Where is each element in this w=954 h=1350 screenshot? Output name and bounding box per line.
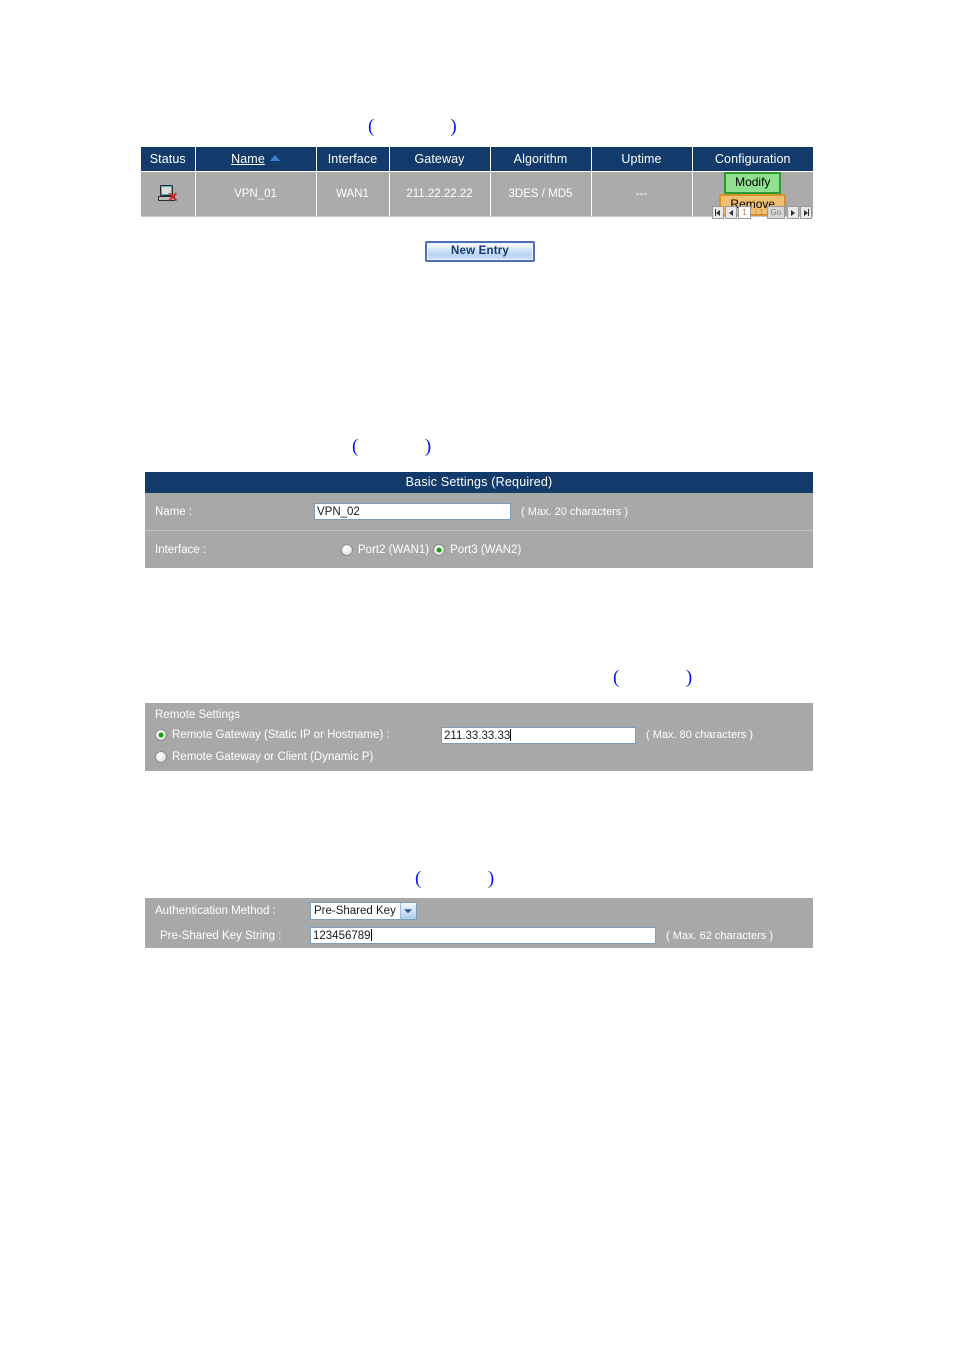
pre-shared-key-input[interactable]: 123456789 <box>310 927 656 944</box>
modify-button[interactable]: Modify <box>724 172 782 194</box>
authentication-panel: Authentication Method : Pre-Shared Key P… <box>145 898 813 948</box>
chevron-down-icon[interactable] <box>399 902 416 919</box>
name-input[interactable]: VPN_02 <box>314 503 511 520</box>
column-header-interface: Interface <box>316 147 390 172</box>
new-entry-button[interactable]: New Entry <box>425 241 535 262</box>
column-header-algorithm: Algorithm <box>490 147 592 172</box>
column-header-gateway: Gateway <box>389 147 491 172</box>
basic-settings-title: Basic Settings (Required) <box>145 472 813 493</box>
cell-algorithm: 3DES / MD5 <box>490 171 592 217</box>
remote-gateway-static-row: Remote Gateway (Static IP or Hostname) :… <box>145 724 813 746</box>
next-page-icon[interactable] <box>787 206 800 219</box>
pre-shared-key-label: Pre-Shared Key String : <box>160 929 282 942</box>
pre-shared-key-hint: ( Max. 62 characters ) <box>666 929 773 942</box>
name-row: Name : VPN_02 ( Max. 20 characters ) <box>145 493 813 531</box>
basic-settings-panel: Basic Settings (Required) Name : VPN_02 … <box>145 472 813 568</box>
name-label: Name : <box>155 505 193 518</box>
radio-remote-gateway-static[interactable] <box>155 729 167 741</box>
first-page-icon[interactable] <box>712 206 724 219</box>
authentication-method-select[interactable]: Pre-Shared Key <box>310 901 417 920</box>
radio-port3-wan2[interactable] <box>433 544 446 556</box>
authentication-method-row: Authentication Method : Pre-Shared Key <box>145 898 813 923</box>
cell-name: VPN_01 <box>195 171 317 217</box>
remote-settings-panel: Remote Settings Remote Gateway (Static I… <box>145 703 813 771</box>
interface-label: Interface : <box>155 544 207 556</box>
cell-gateway: 211.22.22.22 <box>389 171 491 217</box>
go-button[interactable]: Go <box>766 206 786 219</box>
pagination-separator: / <box>754 206 758 219</box>
cell-status: ✕ <box>141 171 196 217</box>
pre-shared-key-input-value: 123456789 <box>313 930 371 942</box>
cell-uptime: --- <box>591 171 693 217</box>
cell-interface: WAN1 <box>316 171 390 217</box>
remote-settings-title: Remote Settings <box>155 709 241 721</box>
table-header-row: Status Name Interface Gateway Algorithm … <box>141 147 813 172</box>
annotation-vpn-list: ( ) <box>368 116 457 137</box>
authentication-method-value: Pre-Shared Key <box>314 904 396 917</box>
remote-gateway-input[interactable]: 211.33.33.33 <box>441 726 636 744</box>
annotation-basic-settings: ( ) <box>352 436 432 457</box>
radio-remote-gateway-static-label: Remote Gateway (Static IP or Hostname) : <box>172 729 390 741</box>
radio-port3-wan2-label: Port3 (WAN2) <box>450 544 522 556</box>
column-header-name[interactable]: Name <box>195 147 317 172</box>
radio-port2-wan1[interactable] <box>341 544 353 556</box>
remote-gateway-input-value: 211.33.33.33 <box>444 729 511 742</box>
radio-remote-gateway-dynamic-label: Remote Gateway or Client (Dynamic P) <box>172 751 374 763</box>
sort-ascending-icon[interactable] <box>269 155 280 161</box>
disconnected-computer-icon: ✕ <box>157 184 179 205</box>
column-header-name-label[interactable]: Name <box>231 152 265 166</box>
radio-remote-gateway-dynamic[interactable] <box>155 751 167 763</box>
annotation-remote-settings: ( ) <box>613 667 693 688</box>
page-number-input[interactable]: 1 <box>738 206 751 219</box>
pagination: 1 / 1 Go <box>712 205 813 220</box>
last-page-icon[interactable] <box>800 206 813 219</box>
annotation-authentication: ( ) <box>415 868 495 889</box>
previous-page-icon[interactable] <box>725 206 737 219</box>
total-pages-label: 1 <box>759 208 764 217</box>
name-hint: ( Max. 20 characters ) <box>521 505 628 518</box>
name-input-value: VPN_02 <box>317 506 360 518</box>
column-header-uptime: Uptime <box>591 147 693 172</box>
radio-port2-wan1-label: Port2 (WAN1) <box>358 544 430 556</box>
authentication-method-label: Authentication Method : <box>155 904 276 917</box>
interface-row: Interface : Port2 (WAN1) Port3 (WAN2) <box>145 531 813 569</box>
column-header-configuration: Configuration <box>692 147 813 172</box>
remote-gateway-hint: ( Max. 80 characters ) <box>646 729 753 741</box>
pre-shared-key-row: Pre-Shared Key String : 123456789 ( Max.… <box>145 923 813 948</box>
column-header-status: Status <box>141 147 196 172</box>
remote-gateway-dynamic-row: Remote Gateway or Client (Dynamic P) <box>145 746 813 768</box>
